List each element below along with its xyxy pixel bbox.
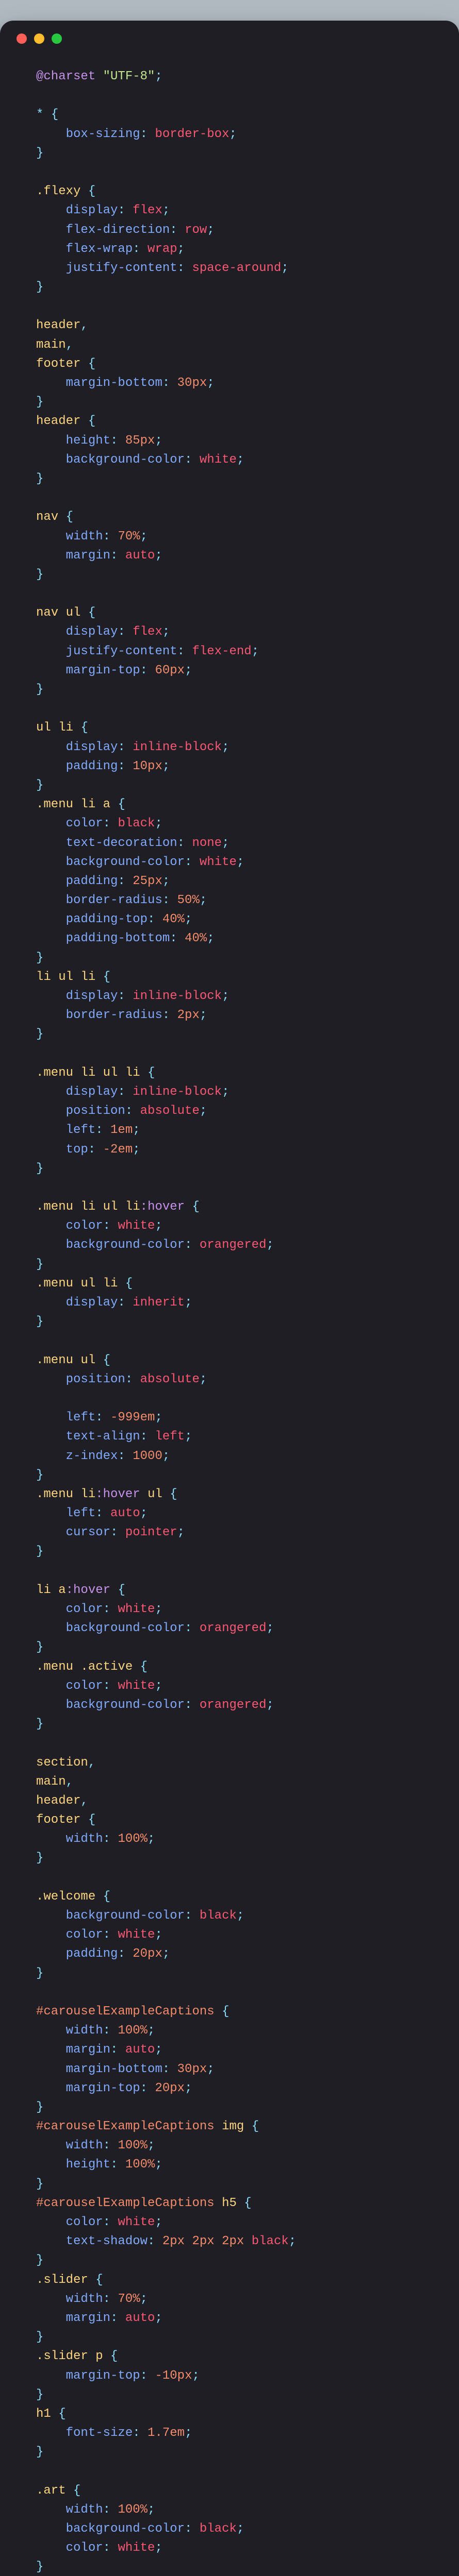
titlebar: [0, 21, 459, 57]
code-window: @charset "UTF-8"; * { box-sizing: border…: [0, 21, 459, 2576]
close-icon[interactable]: [17, 33, 27, 44]
minimize-icon[interactable]: [34, 33, 44, 44]
code-block: @charset "UTF-8"; * { box-sizing: border…: [0, 57, 459, 2576]
zoom-icon[interactable]: [52, 33, 62, 44]
